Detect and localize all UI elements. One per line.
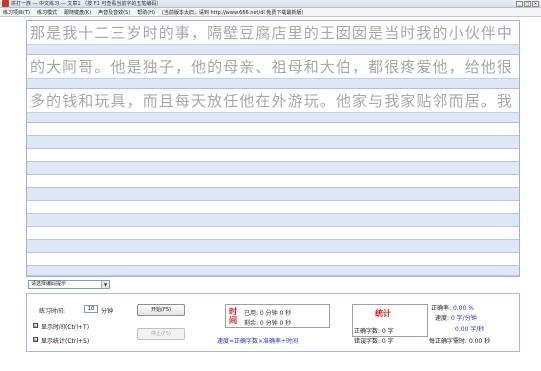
blank-line: [27, 175, 519, 188]
error-count: 错误字数: 0 字: [354, 338, 394, 345]
practice-time-label: 练习时间:: [39, 308, 66, 315]
text-line: 多的钱和玩具，而且每天放任他在外游玩。他家与我家贴邻而居。我: [27, 89, 519, 113]
blank-line: [27, 227, 519, 240]
blank-line: [27, 253, 519, 266]
app-icon: [2, 0, 9, 7]
blank-line: [27, 123, 519, 136]
speed-per-sec: 0.00 字/秒: [455, 326, 485, 333]
stats-title: 统计: [375, 309, 391, 318]
menu-sound[interactable]: 声音及音效(S): [98, 9, 130, 16]
per-char-value: 0.00 秒: [468, 338, 491, 345]
menu-practice-items[interactable]: 练习项目(T): [3, 9, 30, 16]
time-title: 时间: [229, 307, 237, 325]
update-notice[interactable]: (当前版本太旧，请到 http://www.666.net/dl 免费下载最新版…: [162, 9, 303, 16]
minimize-button[interactable]: _: [516, 1, 523, 7]
correct-count: 正确字数: 0 字: [354, 328, 394, 335]
time-elapsed: 已用: 0 分钟 0 秒: [244, 310, 292, 317]
minutes-label: 分钟: [101, 308, 114, 315]
close-button[interactable]: ×: [532, 1, 539, 7]
text-line: 那是我十二三岁时的事，隔壁豆腐店里的王囡囡是当时我的小伙伴中: [27, 21, 519, 45]
control-panel: 练习时间: 10 分钟 ☑ 显示时间(Ctrl+T) ☑ 显示统计(Ctrl+S…: [26, 293, 520, 352]
time-box: 时间 已用: 0 分钟 0 秒 剩余: 0 分钟 0 秒: [225, 304, 330, 328]
menu-bar: 练习项目(T) 练习模式 跟随键盘(K) 声音及音效(S) 帮助(H) (当前版…: [0, 8, 541, 17]
blank-line[interactable]: [27, 214, 519, 227]
blank-line: [27, 201, 519, 214]
practice-area[interactable]: 那是我十二三岁时的事，隔壁豆腐店里的王囡囡是当时我的小伙伴中 的大阿哥。他是独子…: [26, 20, 520, 277]
speed-formula: 速度=正确字数×准确率÷时间: [217, 338, 299, 345]
line-text: 的大阿哥。他是独子，他的母亲、祖母和大伯，都很疼爱他，给他很: [30, 58, 514, 76]
input-line[interactable]: [27, 45, 519, 55]
blank-line[interactable]: [27, 266, 519, 276]
code-hint-select[interactable]: 请选择编码提示 ▼: [28, 280, 110, 289]
per-char-label: 每正确字需时:: [429, 338, 468, 345]
blank-line[interactable]: [27, 136, 519, 149]
blank-line[interactable]: [27, 162, 519, 175]
input-line[interactable]: [27, 79, 519, 89]
input-line[interactable]: [27, 113, 519, 123]
accuracy-value: 0.00 %: [452, 305, 474, 312]
app-window: 拼打一族 — 中文练习 — 文章1 （按 F1 可查看当前字的五笔编码） _ □…: [0, 0, 541, 371]
show-time-label: 显示时间(Ctrl+T): [41, 324, 90, 331]
practice-time-input[interactable]: 10: [84, 305, 98, 313]
maximize-button[interactable]: □: [524, 1, 531, 7]
speed-per-min: 0 字/分钟: [450, 315, 477, 322]
show-stats-label: 显示统计(Ctrl+S): [41, 338, 90, 345]
show-time-checkbox[interactable]: ☑: [33, 323, 38, 328]
blank-line[interactable]: [27, 240, 519, 253]
time-remaining: 剩余: 0 分钟 0 秒: [244, 320, 292, 327]
menu-practice-mode[interactable]: 练习模式: [37, 9, 57, 16]
menu-help[interactable]: 帮助(H): [137, 9, 155, 16]
blank-line[interactable]: [27, 188, 519, 201]
code-hint-value: 请选择编码提示: [31, 281, 67, 287]
line-text: 那是我十二三岁时的事，隔壁豆腐店里的王囡囡是当时我的小伙伴中: [30, 24, 514, 42]
line-text: 多的钱和玩具，而且每天放任他在外游玩。他家与我家贴邻而居。我: [30, 92, 514, 110]
window-title: 拼打一族 — 中文练习 — 文章1 （按 F1 可查看当前字的五笔编码）: [11, 1, 162, 7]
speed-label: 速度:: [435, 315, 450, 322]
blank-line: [27, 149, 519, 162]
stop-button[interactable]: 停止(F5): [137, 328, 185, 340]
title-bar: 拼打一族 — 中文练习 — 文章1 （按 F1 可查看当前字的五笔编码） _ □…: [0, 0, 541, 8]
window-controls: _ □ ×: [516, 1, 539, 7]
text-line: 的大阿哥。他是独子，他的母亲、祖母和大伯，都很疼爱他，给他很: [27, 55, 519, 79]
accuracy-label: 正确率:: [431, 305, 452, 312]
start-button[interactable]: 开始(F5): [137, 304, 185, 316]
chevron-down-icon[interactable]: ▼: [101, 281, 109, 288]
menu-follow-keyboard[interactable]: 跟随键盘(K): [64, 9, 91, 16]
show-stats-checkbox[interactable]: ☑: [33, 337, 38, 342]
